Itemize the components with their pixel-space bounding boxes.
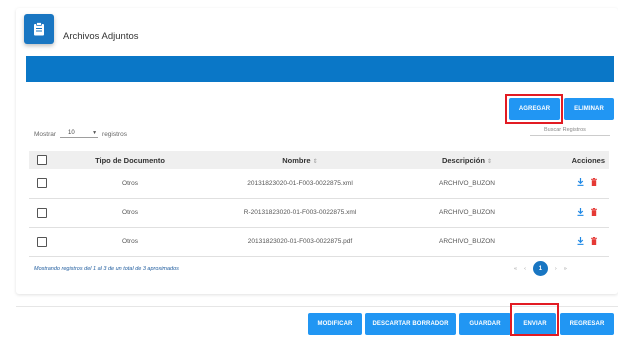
trash-icon[interactable] — [591, 236, 597, 245]
download-icon[interactable] — [577, 236, 584, 245]
send-button[interactable]: ENVIAR — [514, 313, 556, 335]
page-length-value: 10 — [68, 130, 75, 136]
cell-acciones — [539, 169, 609, 198]
row-select-cell — [29, 198, 55, 227]
clipboard-icon — [24, 14, 54, 44]
save-button[interactable]: GUARDAR — [459, 313, 511, 335]
cell-tipo: Otros — [122, 238, 138, 245]
sort-icon: ⇕ — [487, 158, 493, 165]
cell-nombre: 20131823020-01-F003-0022875.pdf — [247, 238, 353, 245]
row-checkbox[interactable] — [37, 236, 47, 247]
row-checkbox[interactable] — [37, 207, 47, 218]
cell-acciones — [539, 198, 609, 227]
table-row: Otros 20131823020-01-F003-0022875.pdf AR… — [29, 227, 609, 256]
cell-descripcion: ARCHIVO_BUZON — [439, 179, 495, 187]
row-select-cell — [29, 169, 55, 198]
cell-tipo: Otros — [122, 209, 138, 216]
last-page-button[interactable]: » — [564, 266, 567, 272]
next-page-button[interactable]: › — [555, 266, 557, 272]
col-descripcion-label: Descripción — [441, 155, 485, 165]
select-all-checkbox[interactable] — [37, 155, 47, 165]
add-button[interactable]: AGREGAR — [509, 98, 560, 120]
col-acciones-label: Acciones — [571, 155, 605, 165]
row-checkbox[interactable] — [37, 178, 47, 189]
sort-icon: ⇕ — [312, 158, 318, 165]
row-select-cell — [29, 227, 55, 256]
trash-icon[interactable] — [591, 178, 597, 187]
attachments-table: Tipo de Documento Nombre ⇕ Descripción ⇕… — [29, 151, 609, 257]
modify-button[interactable]: MODIFICAR — [308, 313, 362, 335]
divider — [16, 306, 618, 307]
back-button[interactable]: REGRESAR — [560, 313, 614, 335]
table-row: Otros R-20131823020-01-F003-0022875.xml … — [29, 198, 609, 227]
cell-acciones — [539, 227, 609, 256]
cell-descripcion: ARCHIVO_BUZON — [439, 238, 495, 245]
page-length-control: Mostrar 10 ▼ registros — [34, 130, 127, 138]
select-all-cell — [29, 151, 55, 169]
table-info-text: Mostrando registros del 1 al 3 de un tot… — [34, 266, 179, 272]
page-1-button[interactable]: 1 — [532, 261, 548, 276]
col-nombre[interactable]: Nombre ⇕ — [205, 151, 395, 169]
chevron-down-icon: ▼ — [92, 130, 98, 136]
col-tipo[interactable]: Tipo de Documento — [55, 151, 205, 169]
download-icon[interactable] — [577, 207, 584, 216]
prev-page-button[interactable]: ‹ — [524, 266, 526, 272]
page-title: Archivos Adjuntos — [63, 31, 139, 42]
discard-draft-button[interactable]: DESCARTAR BORRADOR — [365, 313, 456, 335]
col-nombre-label: Nombre — [282, 155, 311, 165]
length-prefix: Mostrar — [34, 130, 57, 138]
trash-icon[interactable] — [591, 207, 597, 216]
col-acciones: Acciones — [539, 151, 609, 169]
download-icon[interactable] — [577, 178, 584, 187]
table-header-row: Tipo de Documento Nombre ⇕ Descripción ⇕… — [29, 151, 609, 169]
cell-tipo: Otros — [122, 179, 138, 187]
cell-nombre: 20131823020-01-F003-0022875.xml — [247, 179, 353, 187]
first-page-button[interactable]: « — [514, 266, 517, 272]
search-input[interactable]: Buscar Registros — [530, 127, 610, 136]
page-length-select[interactable]: 10 ▼ — [60, 130, 99, 138]
table-row: Otros 20131823020-01-F003-0022875.xml AR… — [29, 169, 609, 198]
col-tipo-label: Tipo de Documento — [95, 155, 165, 165]
col-descripcion[interactable]: Descripción ⇕ — [395, 151, 539, 169]
length-suffix: registros — [102, 130, 127, 138]
cell-nombre: R-20131823020-01-F003-0022875.xml — [243, 209, 357, 216]
pagination: « ‹ 1 › » — [514, 261, 567, 276]
section-header-bar — [26, 56, 614, 82]
cell-descripcion: ARCHIVO_BUZON — [439, 209, 495, 216]
delete-button[interactable]: ELIMINAR — [564, 98, 614, 120]
